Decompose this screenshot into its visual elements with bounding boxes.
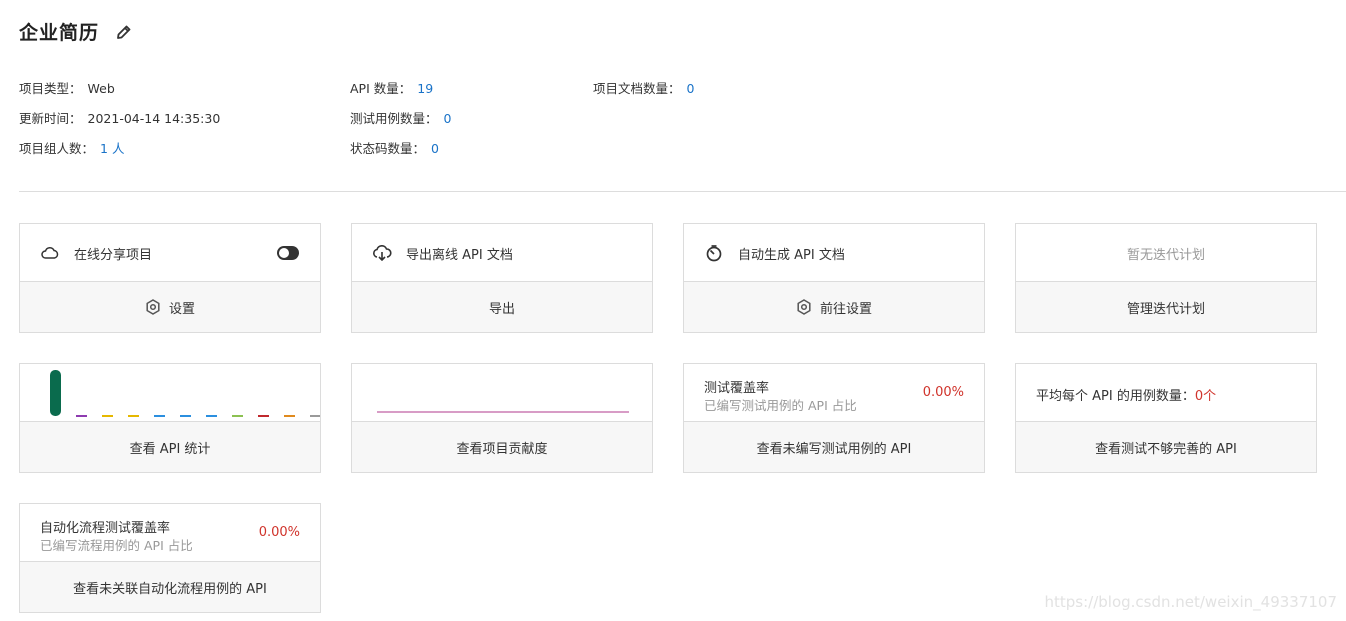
export-card: 导出离线 API 文档 导出 xyxy=(351,223,653,333)
meta-value: Web xyxy=(87,81,115,96)
meta-label: 项目组人数： xyxy=(19,141,95,156)
flow-coverage-title: 自动化流程测试覆盖率 xyxy=(40,521,171,536)
autogen-settings-button[interactable]: 前往设置 xyxy=(684,282,984,332)
contribution-card: 查看项目贡献度 xyxy=(351,363,653,473)
export-label: 导出离线 API 文档 xyxy=(406,247,513,263)
meta-label: 测试用例数量： xyxy=(350,111,438,126)
meta-label: API 数量： xyxy=(350,81,412,96)
docs-link[interactable]: 0 xyxy=(687,81,695,96)
flow-coverage-subtitle: 已编写流程用例的 API 占比 xyxy=(40,538,193,553)
meta-members: 项目组人数： 1 人 xyxy=(19,138,124,157)
share-settings-label: 设置 xyxy=(168,301,195,317)
meta-docs: 项目文档数量： 0 xyxy=(593,78,694,97)
api-count-link[interactable]: 19 xyxy=(417,81,433,96)
api-stats-mini-chart xyxy=(50,370,320,417)
cloud-download-icon xyxy=(372,243,392,263)
flow-coverage-card: 自动化流程测试覆盖率 已编写流程用例的 API 占比 0.00% 查看未关联自动… xyxy=(19,503,321,613)
uncovered-api-button[interactable]: 查看未编写测试用例的 API xyxy=(684,422,984,472)
autogen-card: 自动生成 API 文档 前往设置 xyxy=(683,223,985,333)
meta-project-type: 项目类型： Web xyxy=(19,78,115,97)
coverage-percent: 0.00% xyxy=(922,385,964,400)
flow-coverage-percent: 0.00% xyxy=(258,525,300,540)
api-stats-label: 查看 API 统计 xyxy=(129,441,211,457)
meta-status-codes: 状态码数量： 0 xyxy=(350,138,439,157)
export-button[interactable]: 导出 xyxy=(352,282,652,332)
api-stats-bar xyxy=(50,370,61,416)
unlinked-flow-api-button[interactable]: 查看未关联自动化流程用例的 API xyxy=(20,562,320,612)
watermark: https://blog.csdn.net/weixin_49337107 xyxy=(1044,593,1337,611)
avg-cases-label: 平均每个 API 的用例数量： xyxy=(1036,389,1195,404)
share-card: 在线分享项目 设置 xyxy=(19,223,321,333)
insufficient-tests-label: 查看测试不够完善的 API xyxy=(1095,441,1237,457)
meta-label: 项目文档数量： xyxy=(593,81,681,96)
page-title: 企业简历 xyxy=(19,22,100,44)
status-codes-link[interactable]: 0 xyxy=(431,141,439,156)
meta-updated: 更新时间： 2021-04-14 14:35:30 xyxy=(19,108,220,127)
meta-label: 更新时间： xyxy=(19,111,82,126)
avg-cases-card: 平均每个 API 的用例数量：0个 查看测试不够完善的 API xyxy=(1015,363,1317,473)
manage-iteration-label: 管理迭代计划 xyxy=(1126,301,1205,317)
share-settings-button[interactable]: 设置 xyxy=(20,282,320,332)
manage-iteration-button[interactable]: 管理迭代计划 xyxy=(1016,282,1316,332)
uncovered-api-label: 查看未编写测试用例的 API xyxy=(756,441,912,457)
contribution-label: 查看项目贡献度 xyxy=(456,441,548,457)
coverage-card: 测试覆盖率 已编写测试用例的 API 占比 0.00% 查看未编写测试用例的 A… xyxy=(683,363,985,473)
divider xyxy=(19,191,1346,192)
export-button-label: 导出 xyxy=(488,301,515,317)
iteration-empty-label: 暂无迭代计划 xyxy=(1126,247,1205,263)
contribution-mini-chart xyxy=(377,411,629,413)
meta-value: 2021-04-14 14:35:30 xyxy=(87,111,221,126)
meta-api-count: API 数量： 19 xyxy=(350,78,433,97)
insufficient-tests-button[interactable]: 查看测试不够完善的 API xyxy=(1016,422,1316,472)
coverage-subtitle: 已编写测试用例的 API 占比 xyxy=(704,398,857,413)
coverage-title: 测试覆盖率 xyxy=(704,381,770,396)
meta-label: 项目类型： xyxy=(19,81,82,96)
avg-cases-value: 0个 xyxy=(1194,389,1217,404)
autogen-label: 自动生成 API 文档 xyxy=(738,247,845,263)
title-row: 企业简历 xyxy=(19,18,133,45)
iteration-card: 暂无迭代计划 管理迭代计划 xyxy=(1015,223,1317,333)
autogen-settings-label: 前往设置 xyxy=(819,301,872,317)
api-stats-button[interactable]: 查看 API 统计 xyxy=(20,422,320,472)
cloud-icon xyxy=(40,243,60,263)
members-link[interactable]: 1 人 xyxy=(100,141,124,156)
meta-test-cases: 测试用例数量： 0 xyxy=(350,108,451,127)
share-label: 在线分享项目 xyxy=(74,247,153,263)
meta-label: 状态码数量： xyxy=(350,141,426,156)
pencil-icon[interactable] xyxy=(115,23,133,41)
gear-icon xyxy=(796,299,812,315)
share-toggle[interactable] xyxy=(277,246,299,260)
test-cases-link[interactable]: 0 xyxy=(444,111,452,126)
contribution-button[interactable]: 查看项目贡献度 xyxy=(352,422,652,472)
gear-icon xyxy=(145,299,161,315)
avg-cases-row: 平均每个 API 的用例数量：0个 xyxy=(1036,385,1216,404)
api-stats-card: 查看 API 统计 xyxy=(19,363,321,473)
timer-icon xyxy=(704,243,724,263)
unlinked-flow-api-label: 查看未关联自动化流程用例的 API xyxy=(73,581,267,597)
